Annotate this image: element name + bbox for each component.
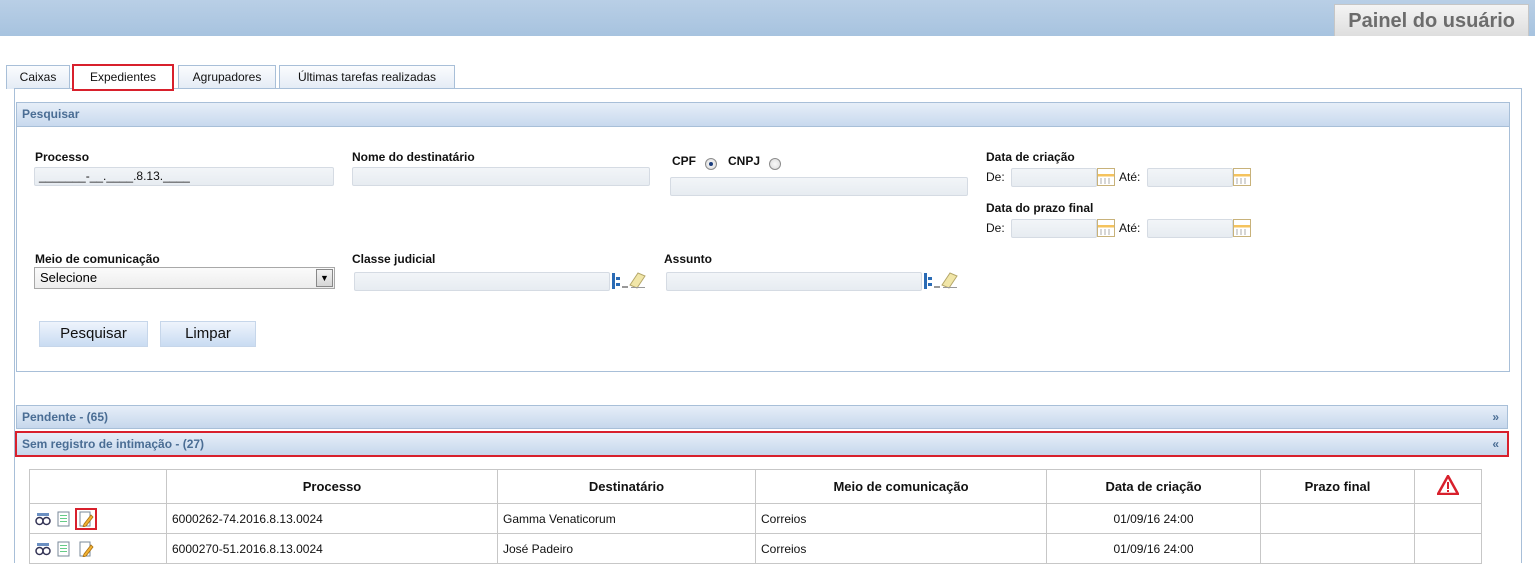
meio-column-header[interactable]: Meio de comunicação bbox=[755, 469, 1047, 504]
expand-icon[interactable]: » bbox=[1492, 406, 1499, 429]
tree-select-icon[interactable] bbox=[611, 272, 629, 290]
calendar-icon[interactable] bbox=[1097, 168, 1115, 186]
limpar-button[interactable]: Limpar bbox=[160, 321, 256, 347]
prazo-de-label: De: bbox=[986, 221, 1005, 235]
data-criacao-cell: 01/09/16 24:00 bbox=[1046, 503, 1261, 534]
alert-cell bbox=[1414, 503, 1482, 534]
classe-judicial-label: Classe judicial bbox=[352, 252, 436, 266]
top-bar bbox=[0, 0, 1535, 36]
pendente-label: Pendente - (65) bbox=[22, 410, 109, 424]
collapse-icon[interactable]: « bbox=[1492, 433, 1499, 456]
row-actions bbox=[29, 533, 167, 564]
tab-agrupadores[interactable]: Agrupadores bbox=[178, 65, 276, 89]
table-row: 6000262-74.2016.8.13.0024 Gamma Venatico… bbox=[29, 503, 1482, 534]
meio-comunicacao-label: Meio de comunicação bbox=[35, 252, 160, 266]
table-header-row: Processo Destinatário Meio de comunicaçã… bbox=[29, 469, 1482, 504]
destinatario-cell: José Padeiro bbox=[497, 533, 756, 564]
cnpj-radio[interactable] bbox=[769, 158, 781, 170]
view-details-icon[interactable] bbox=[35, 541, 51, 557]
meio-comunicacao-select[interactable]: Selecione ▼ bbox=[34, 267, 335, 289]
data-criacao-cell: 01/09/16 24:00 bbox=[1046, 533, 1261, 564]
data-criacao-label: Data de criação bbox=[986, 150, 1075, 164]
destinatario-column-header[interactable]: Destinatário bbox=[497, 469, 756, 504]
meio-cell: Correios bbox=[755, 533, 1047, 564]
search-panel-header[interactable]: Pesquisar bbox=[17, 103, 1509, 127]
data-prazo-label: Data do prazo final bbox=[986, 201, 1094, 215]
criacao-de-label: De: bbox=[986, 170, 1005, 184]
prazo-de-input[interactable] bbox=[1011, 219, 1097, 238]
tab-ultimas-tarefas[interactable]: Últimas tarefas realizadas bbox=[279, 65, 455, 89]
tab-expedientes[interactable]: Expedientes bbox=[72, 64, 174, 91]
criacao-de-input[interactable] bbox=[1011, 168, 1097, 187]
destinatario-cell: Gamma Venaticorum bbox=[497, 503, 756, 534]
actions-column-header bbox=[29, 469, 167, 504]
edit-document-icon[interactable] bbox=[78, 511, 94, 527]
prazo-final-cell bbox=[1260, 533, 1415, 564]
processo-label: Processo bbox=[35, 150, 90, 164]
prazo-ate-input[interactable] bbox=[1147, 219, 1233, 238]
assunto-label: Assunto bbox=[664, 252, 712, 266]
tab-caixas[interactable]: Caixas bbox=[6, 65, 70, 89]
cpf-label: CPF bbox=[672, 154, 696, 168]
classe-judicial-input[interactable] bbox=[354, 272, 610, 291]
data-criacao-column-header[interactable]: Data de criação bbox=[1046, 469, 1261, 504]
tree-select-icon[interactable] bbox=[923, 272, 941, 290]
prazo-final-cell bbox=[1260, 503, 1415, 534]
destinatario-input[interactable] bbox=[352, 167, 650, 186]
sem-registro-section-header[interactable]: Sem registro de intimação - (27) « bbox=[15, 431, 1509, 457]
dropdown-arrow-icon[interactable]: ▼ bbox=[316, 269, 333, 287]
pesquisar-button[interactable]: Pesquisar bbox=[39, 321, 148, 347]
criacao-ate-label: Até: bbox=[1119, 170, 1141, 184]
calendar-icon[interactable] bbox=[1233, 219, 1251, 237]
view-details-icon[interactable] bbox=[35, 511, 51, 527]
pendente-section-header[interactable]: Pendente - (65) » bbox=[16, 405, 1508, 429]
documento-input[interactable] bbox=[670, 177, 968, 196]
alert-cell bbox=[1414, 533, 1482, 564]
document-icon[interactable] bbox=[56, 541, 72, 557]
row-actions bbox=[29, 503, 167, 534]
prazo-ate-label: Até: bbox=[1119, 221, 1141, 235]
eraser-icon[interactable] bbox=[628, 271, 646, 289]
sem-registro-label: Sem registro de intimação - (27) bbox=[22, 437, 205, 451]
expedientes-table: Processo Destinatário Meio de comunicaçã… bbox=[29, 469, 1482, 564]
register-intimation-action[interactable] bbox=[74, 507, 97, 530]
criacao-ate-input[interactable] bbox=[1147, 168, 1233, 187]
cnpj-label: CNPJ bbox=[728, 154, 761, 168]
prazo-final-column-header[interactable]: Prazo final bbox=[1260, 469, 1415, 504]
processo-input[interactable]: _______-__.____.8.13.____ bbox=[34, 167, 334, 186]
processo-cell[interactable]: 6000270-51.2016.8.13.0024 bbox=[166, 533, 498, 564]
processo-cell[interactable]: 6000262-74.2016.8.13.0024 bbox=[166, 503, 498, 534]
assunto-input[interactable] bbox=[666, 272, 922, 291]
meio-comunicacao-value: Selecione bbox=[40, 270, 98, 285]
calendar-icon[interactable] bbox=[1233, 168, 1251, 186]
alert-column-header bbox=[1414, 469, 1482, 504]
document-icon[interactable] bbox=[56, 511, 72, 527]
alert-icon bbox=[1435, 473, 1461, 496]
table-row: 6000270-51.2016.8.13.0024 José Padeiro C… bbox=[29, 533, 1482, 564]
calendar-icon[interactable] bbox=[1097, 219, 1115, 237]
meio-cell: Correios bbox=[755, 503, 1047, 534]
edit-document-icon[interactable] bbox=[78, 541, 94, 557]
register-intimation-action[interactable] bbox=[78, 541, 94, 557]
processo-column-header[interactable]: Processo bbox=[166, 469, 498, 504]
cpf-radio[interactable] bbox=[705, 158, 717, 170]
eraser-icon[interactable] bbox=[940, 271, 958, 289]
destinatario-label: Nome do destinatário bbox=[352, 150, 475, 164]
panel-title: Painel do usuário bbox=[1334, 4, 1529, 36]
